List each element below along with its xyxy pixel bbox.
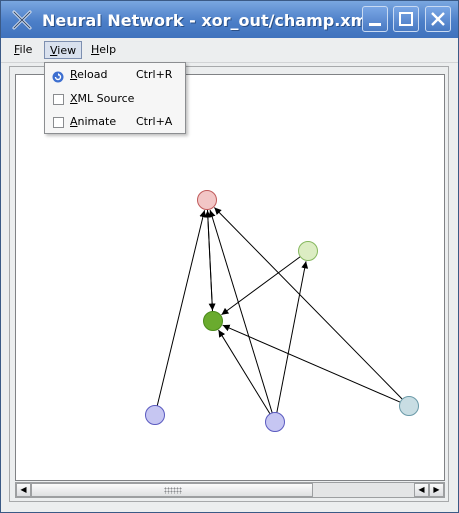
menu-view-label: iew bbox=[57, 44, 77, 57]
app-window: Neural Network - xor_out/champ.xml File … bbox=[0, 0, 459, 513]
menu-bar: File View Help bbox=[1, 38, 458, 63]
scroll-left-end-button[interactable]: ◀ bbox=[414, 483, 429, 497]
menu-file[interactable]: File bbox=[9, 41, 37, 59]
close-icon bbox=[431, 12, 445, 26]
menu-file-label: ile bbox=[19, 43, 33, 56]
title-bar[interactable]: Neural Network - xor_out/champ.xml bbox=[1, 1, 458, 38]
edge-bias-to-output bbox=[213, 207, 403, 400]
menu-item-animate[interactable]: Animate Ctrl+A bbox=[45, 111, 185, 133]
menu-item-animate-shortcut: Ctrl+A bbox=[136, 115, 173, 128]
network-graph bbox=[145, 190, 419, 432]
menu-item-animate-label: Animate bbox=[70, 115, 117, 128]
reload-icon bbox=[52, 69, 64, 83]
edge-input-2-to-output bbox=[208, 209, 273, 414]
close-button[interactable] bbox=[425, 6, 451, 32]
maximize-button[interactable] bbox=[393, 6, 419, 32]
minimize-icon bbox=[369, 23, 381, 26]
edge-input-2-to-hidden-1 bbox=[276, 261, 309, 413]
checkbox-icon[interactable] bbox=[53, 117, 64, 128]
scroll-left-button[interactable]: ◀ bbox=[16, 483, 31, 497]
menu-item-reload[interactable]: Reload Ctrl+R bbox=[45, 64, 185, 86]
horizontal-scrollbar[interactable]: ◀ ◀ ▶ bbox=[15, 482, 445, 498]
network-canvas[interactable] bbox=[15, 74, 445, 481]
menu-item-xml-source[interactable]: XML Source bbox=[45, 88, 185, 110]
node-bias[interactable] bbox=[399, 396, 419, 416]
menu-help[interactable]: Help bbox=[86, 41, 121, 59]
minimize-button[interactable] bbox=[362, 6, 388, 32]
checkbox-icon[interactable] bbox=[53, 94, 64, 105]
menu-item-reload-label: Reload bbox=[70, 68, 108, 81]
node-hidden-2[interactable] bbox=[203, 311, 223, 331]
edge-bias-to-hidden-2 bbox=[222, 324, 401, 403]
node-hidden-1[interactable] bbox=[298, 241, 318, 261]
grip-icon bbox=[164, 487, 182, 494]
scroll-right-button[interactable]: ▶ bbox=[429, 483, 444, 497]
view-menu-dropdown: Reload Ctrl+R XML Source Animate Ctrl+A bbox=[44, 62, 186, 134]
window-title: Neural Network - xor_out/champ.xml bbox=[42, 11, 373, 30]
app-icon[interactable] bbox=[10, 8, 34, 32]
edge-output-to-hidden-2 bbox=[206, 209, 216, 311]
scroll-thumb[interactable] bbox=[31, 483, 313, 497]
menu-help-label: elp bbox=[99, 43, 117, 56]
menu-item-reload-shortcut: Ctrl+R bbox=[136, 68, 173, 81]
menu-view[interactable]: View bbox=[44, 41, 83, 59]
node-output[interactable] bbox=[197, 190, 217, 210]
menu-item-xml-source-label: XML Source bbox=[70, 92, 135, 105]
node-input-2[interactable] bbox=[265, 412, 285, 432]
edge-input-1-to-output bbox=[156, 210, 207, 406]
node-input-1[interactable] bbox=[145, 405, 165, 425]
maximize-icon bbox=[399, 12, 413, 26]
